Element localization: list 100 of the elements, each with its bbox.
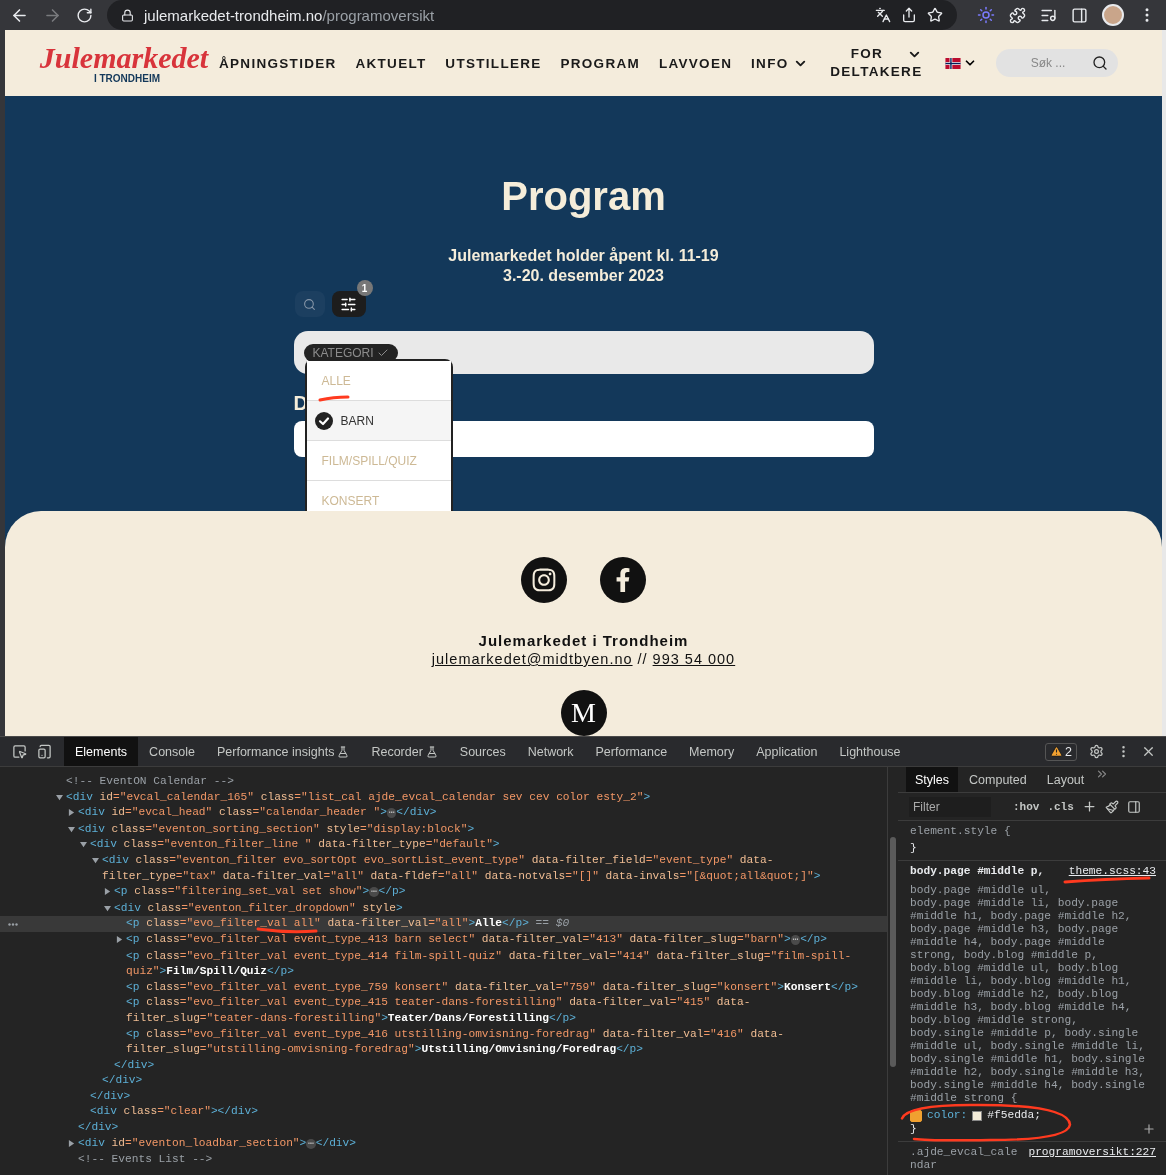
code-line[interactable]: <p class="filtering_set_val set show"> ⋯ </p> [114,884,881,901]
email-link[interactable]: julemarkedet@midtbyen.no [431,651,633,667]
devtools-tab[interactable]: Lighthouse [828,737,912,766]
code-line[interactable]: <div id="evcal_calendar_165" class="list_cal ajde_evcal_calendar sev cev color esty_2"> [66,789,881,806]
property-value: #f5edda; [987,1109,1041,1122]
logo-subtitle: I TRONDHEIM [93,72,161,84]
devtools-tab[interactable]: Elements [64,737,139,766]
plus-icon[interactable] [1081,799,1097,814]
scrollbar[interactable] [890,837,896,1067]
collapsed-arrow-icon[interactable] [68,809,75,817]
code-line[interactable]: <div class="eventon_filter_line " data-filter_type="default"> [90,837,881,853]
search-icon [1092,55,1108,71]
nav-link[interactable]: PROGRAM [560,55,641,71]
nav-link[interactable]: INFO [751,55,808,71]
collapsed-arrow-icon[interactable] [104,888,111,896]
annotation-mark [318,395,349,401]
code-line[interactable]: </div> [102,1073,881,1089]
color-swatch[interactable] [972,1110,983,1121]
toggle-button[interactable]: .cls [1047,800,1074,813]
devtools-tab[interactable]: Network [516,737,585,766]
expanded-arrow-icon[interactable] [80,841,87,849]
source-link[interactable]: theme.scss:43 [1068,865,1156,878]
code-line[interactable]: <!-- EventON Calendar --> [66,774,881,790]
opening-hours-text: Julemarkedet holder åpent kl. 11-19 [448,246,719,265]
code-line[interactable]: </div> [78,1120,881,1136]
devtools-tab[interactable]: Console [138,737,206,766]
search-field[interactable]: Søk ... [996,49,1118,77]
star-icon[interactable] [927,7,943,23]
code-line[interactable]: <p class="evo_filter_val event_type_414 film-spill-quiz" data-filter_val="414" data-filter_slug="film-spill-quiz">Film/Spill/Quiz</p> [126,948,881,980]
devtools-tab[interactable]: Performance [584,737,679,766]
code-line[interactable]: <div class="eventon_sorting_section" style="display:block"> [78,821,881,838]
lock-icon [121,8,134,22]
devtools-tab[interactable]: Sources [448,737,517,766]
reload-icon[interactable] [76,6,93,24]
dots-icon [8,922,18,926]
phone-link[interactable]: 993 54 000 [652,651,736,667]
logo-script[interactable]: Julemarkedet [39,42,209,73]
collapsed-arrow-icon[interactable] [68,1139,75,1147]
styles-tab[interactable]: Styles [906,767,959,792]
code-line[interactable]: <p class="evo_filter_val event_type_759 konsert" data-filter_val="759" data-filter_slug="konsert">Konsert</p> [126,979,881,996]
expanded-arrow-icon[interactable] [104,904,111,912]
styles-tab[interactable]: Layout [1037,767,1094,792]
code-line[interactable]: </div> [114,1057,881,1074]
translate-icon[interactable] [875,7,891,23]
warning-badge[interactable]: 2 [1045,742,1077,761]
search-button[interactable] [294,291,325,317]
nav-link[interactable]: LAVVOEN [658,55,733,71]
expanded-arrow-icon[interactable] [56,793,63,801]
toggle-button[interactable]: :hov [1013,800,1040,813]
annotation-mark [256,928,317,934]
organization-name: Julemarkedet i Trondheim [478,632,689,649]
devtools-tab[interactable]: Memory [678,737,746,766]
filter-button[interactable] [331,291,366,317]
paintbrush-icon[interactable] [1104,799,1119,814]
nav-link[interactable]: UTSTILLERE [445,55,542,71]
source-link[interactable]: programoversikt:227 [1028,1146,1156,1172]
share-icon[interactable] [901,7,917,23]
warning-icon [1050,745,1064,758]
code-line[interactable]: <div class="eventon_filter_dropdown" style> [114,900,881,917]
closing-brace: } [910,842,917,855]
filter-field[interactable]: Filter [909,796,991,817]
nav-link[interactable]: FOR DELTAKERE [826,45,927,81]
category-chip[interactable]: KATEGORI [303,343,398,362]
side-panel-icon[interactable] [1071,6,1088,24]
css-selector: .ajde_evcal_calendar [910,1146,1019,1172]
sidebar-icon[interactable] [1126,799,1141,814]
nav-link[interactable]: AKTUELT [355,55,427,71]
dropdown-option[interactable]: BARN [306,401,451,441]
expanded-arrow-icon[interactable] [68,825,75,833]
code-line[interactable]: <!-- Events List --> [78,1152,881,1168]
code-line[interactable]: <p class="evo_filter_val event_type_415 teater-dans-forestilling" data-filter_val="415" data-filter_slug="teater-dans-forestilling">Teater/Dans/Forestilling</p> [126,995,881,1027]
styles-tab[interactable]: Computed [960,767,1036,792]
settings-icon[interactable] [1089,744,1104,759]
code-line[interactable]: <div id="eventon_loadbar_section"> ⋯ </div> [78,1135,881,1153]
nav-link[interactable]: ÅPNINGSTIDER [219,55,337,71]
code-line[interactable]: <div class="eventon_filter evo_sortOpt evo_sortList_event_type" data-filter_field="event_type" data-filter_type="tax" data-filter_val="all" data-fldef="all" data-notvals="[]" data-invals="[&quot;all&quot;]"> [102,852,881,885]
devtools-tab[interactable]: Performance insights [206,737,361,766]
address-bar[interactable]: julemarkedet-trondheim.no/programoversikt [107,0,957,30]
m-logo[interactable]: M [560,690,607,736]
close-icon[interactable] [1141,744,1156,759]
search-icon [303,297,316,311]
code-line[interactable]: <p class="evo_filter_val event_type_416 utstilling-omvisning-foredrag" data-filter_val="416" data-filter_slug="utstilling-omvisning-foredrag">Utstilling/Omvisning/Foredrag</p> [126,1026,881,1058]
puzzle-icon[interactable] [1009,6,1026,24]
check-icon [314,411,333,430]
page-title: Program [501,174,666,219]
code-line[interactable]: <div id="evcal_head" class="calendar_header "> ⋯ </div> [78,805,881,822]
avatar[interactable] [1102,4,1124,26]
device-icon[interactable] [37,744,52,759]
collapsed-arrow-icon[interactable] [116,935,123,943]
instagram-icon[interactable] [521,557,567,603]
code-line[interactable]: <div class="clear"></div> [90,1104,881,1121]
inspect-icon[interactable] [12,744,27,759]
code-line[interactable]: </div> [90,1088,881,1105]
flag-icon [945,57,962,69]
facebook-icon[interactable] [600,557,646,603]
expanded-arrow-icon[interactable] [92,856,99,864]
code-line[interactable]: <p class="evo_filter_val event_type_413 barn select" data-filter_val="413" data-filter_slug="barn"> ⋯ </p> [126,931,881,949]
closing-brace: } [910,1122,917,1136]
devtools-tab[interactable]: Recorder [360,737,449,766]
devtools-tab[interactable]: Application [745,737,829,766]
